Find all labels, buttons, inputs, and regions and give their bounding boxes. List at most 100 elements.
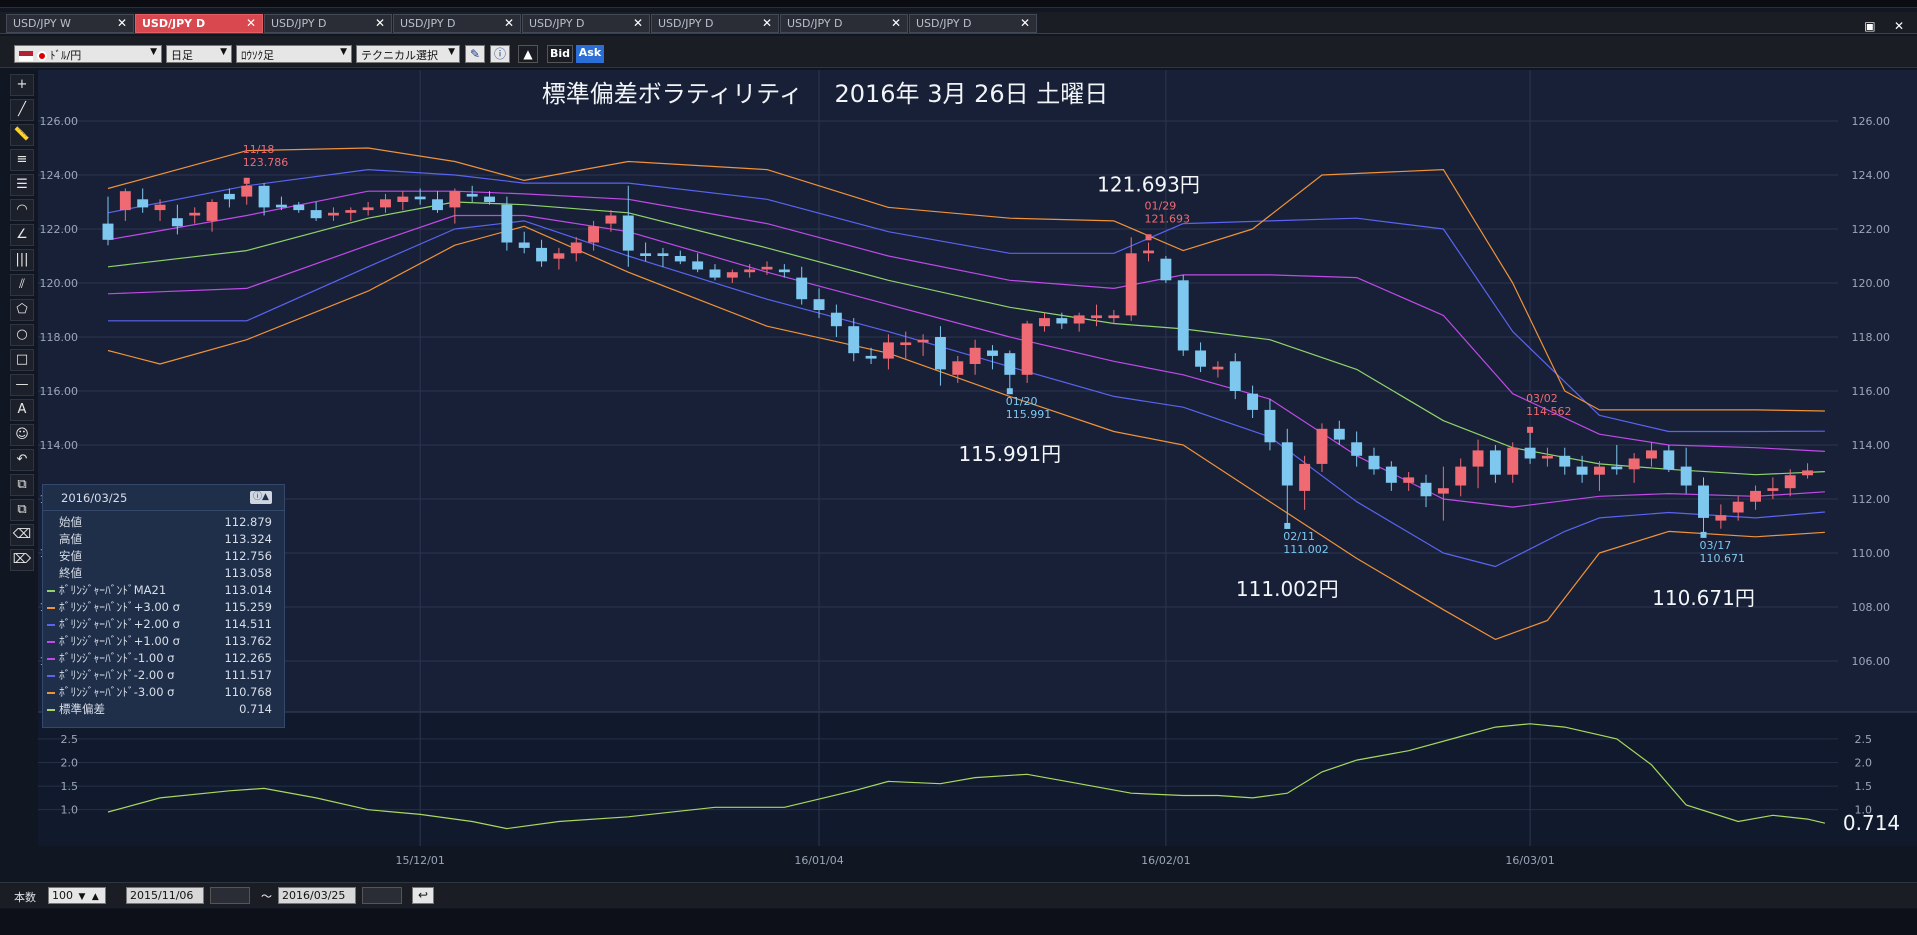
data-panel-label: 始値 <box>59 515 82 529</box>
fan-icon[interactable]: ∠ <box>10 224 34 246</box>
stepper-up-icon[interactable]: ▲ <box>92 892 99 902</box>
to-time-input[interactable] <box>362 887 402 904</box>
from-time-input[interactable] <box>210 887 250 904</box>
candle-body <box>1177 280 1189 351</box>
tab-6[interactable]: USD/JPY D ✕ <box>780 14 908 33</box>
candle-body <box>1143 250 1155 254</box>
eraser-icon[interactable]: ⌫ <box>10 524 34 546</box>
rect-icon[interactable]: □ <box>10 349 34 371</box>
y-tick-label-right: 122.00 <box>1852 223 1891 236</box>
info-icon[interactable]: ⓘ <box>490 45 510 63</box>
data-panel-row: 高値 113.324 <box>43 531 284 548</box>
candle-body <box>1698 485 1709 518</box>
hlines2-icon[interactable]: ☰ <box>10 174 34 196</box>
channel-icon[interactable]: ⫽ <box>10 274 34 296</box>
pen-icon[interactable]: ✎ <box>465 45 485 63</box>
candle-body <box>1333 428 1345 440</box>
ruler-icon[interactable]: 📏 <box>10 124 34 146</box>
candle-body <box>310 210 322 219</box>
tab-0[interactable]: USD/JPY W ✕ <box>6 14 134 33</box>
candle-body <box>1767 488 1779 491</box>
candle-body <box>900 342 912 346</box>
data-panel-value: 111.517 <box>224 668 272 682</box>
chart-type-select[interactable]: ﾛｳｿｸ足 ▼ <box>236 45 352 63</box>
data-panel-label: ﾎﾞﾘﾝｼﾞｬｰﾊﾞﾝﾄﾞ-3.00 σ <box>59 685 175 699</box>
from-date-input[interactable]: 2015/11/06 <box>126 887 204 904</box>
chart-area[interactable]: 126.00 126.00 124.00 124.00 122.00 122.00 120.… <box>38 70 1917 882</box>
to-date-input[interactable]: 2016/03/25 <box>278 887 356 904</box>
candle-body <box>1732 501 1744 513</box>
candle-body <box>1541 455 1553 459</box>
cursor-icon[interactable]: ↶ <box>10 449 34 471</box>
y-tick-label-right: 114.00 <box>1852 439 1891 452</box>
tab-4[interactable]: USD/JPY D ✕ <box>522 14 650 33</box>
tab-5[interactable]: USD/JPY D ✕ <box>651 14 779 33</box>
candle-body <box>1489 450 1501 475</box>
info-collapse-icon[interactable]: ⓘ▲ <box>250 491 272 504</box>
text-icon[interactable]: A <box>10 399 34 421</box>
tab-1[interactable]: USD/JPY D ✕ <box>135 14 263 33</box>
tab-close-icon[interactable]: ✕ <box>504 16 514 30</box>
series-swatch <box>47 624 55 626</box>
extreme-marker <box>1700 531 1707 538</box>
tab-close-icon[interactable]: ✕ <box>762 16 772 30</box>
series-swatch <box>47 590 55 592</box>
candle-body <box>1160 258 1172 281</box>
copy2-icon[interactable]: ⧉ <box>10 499 34 521</box>
tab-2[interactable]: USD/JPY D ✕ <box>264 14 392 33</box>
data-panel-label: ﾎﾞﾘﾝｼﾞｬｰﾊﾞﾝﾄﾞ+3.00 σ <box>59 600 180 614</box>
candle-body <box>1784 475 1796 489</box>
tab-close-icon[interactable]: ✕ <box>375 16 385 30</box>
extreme-marker <box>1006 388 1013 395</box>
vlines-icon[interactable]: ||| <box>10 249 34 271</box>
candle-body <box>1281 442 1293 486</box>
candle-body <box>536 247 548 262</box>
count-select[interactable]: 100 ▼ ▲ <box>48 887 106 904</box>
close-window-icon[interactable]: ✕ <box>1891 19 1907 33</box>
tab-label: USD/JPY D <box>916 17 972 30</box>
bid-button[interactable]: Bid <box>547 45 573 63</box>
series-swatch <box>47 607 55 609</box>
refresh-icon[interactable]: ↩ <box>412 887 434 904</box>
technical-label: テクニカル選択 <box>361 49 438 62</box>
candle-body <box>1125 253 1137 316</box>
candle-body <box>865 355 877 359</box>
extreme-marker <box>243 177 250 184</box>
candle-body <box>726 272 738 278</box>
tab-close-icon[interactable]: ✕ <box>891 16 901 30</box>
circle-icon[interactable]: ○ <box>10 324 34 346</box>
tab-close-icon[interactable]: ✕ <box>117 16 127 30</box>
series-swatch <box>47 641 55 643</box>
tab-close-icon[interactable]: ✕ <box>1020 16 1030 30</box>
tab-close-icon[interactable]: ✕ <box>633 16 643 30</box>
tab-close-icon[interactable]: ✕ <box>246 16 256 30</box>
chevron-down-icon: ▼ <box>448 47 455 57</box>
maximize-icon[interactable]: ▣ <box>1862 19 1878 33</box>
tab-label: USD/JPY D <box>142 17 206 30</box>
chart-svg[interactable]: 126.00 126.00 124.00 124.00 122.00 122.00 120.… <box>38 70 1917 882</box>
count-value: 100 <box>52 889 73 902</box>
line-icon[interactable]: ╱ <box>10 99 34 121</box>
hlines-icon[interactable]: ≡ <box>10 149 34 171</box>
arc-icon[interactable]: ◠ <box>10 199 34 221</box>
period-select[interactable]: 日足 ▼ <box>166 45 232 63</box>
tab-7[interactable]: USD/JPY D ✕ <box>909 14 1037 33</box>
tab-3[interactable]: USD/JPY D ✕ <box>393 14 521 33</box>
pair-select[interactable]: ﾄﾞﾙ/円 ▼ <box>14 45 162 63</box>
ask-button[interactable]: Ask <box>576 45 604 63</box>
crosshair-icon[interactable]: + <box>10 74 34 96</box>
pentagon-icon[interactable]: ⬠ <box>10 299 34 321</box>
chevron-down-icon: ▼ <box>340 47 347 57</box>
y-tick-label-left: 114.00 <box>40 439 79 452</box>
stamp-icon[interactable]: ☺ <box>10 424 34 446</box>
chevron-down-icon: ▼ <box>78 892 86 902</box>
hline-icon[interactable]: — <box>10 374 34 396</box>
candle-body <box>882 342 894 359</box>
eraser2-icon[interactable]: ⌦ <box>10 549 34 571</box>
technical-select[interactable]: テクニカル選択 ▼ <box>356 45 460 63</box>
copy-icon[interactable]: ⧉ <box>10 474 34 496</box>
period-label: 日足 <box>171 49 193 62</box>
marker-price: 121.693 <box>1145 212 1191 225</box>
price-callout: 111.002円 <box>1236 577 1339 601</box>
chart-icon[interactable]: ▲ <box>518 45 538 63</box>
